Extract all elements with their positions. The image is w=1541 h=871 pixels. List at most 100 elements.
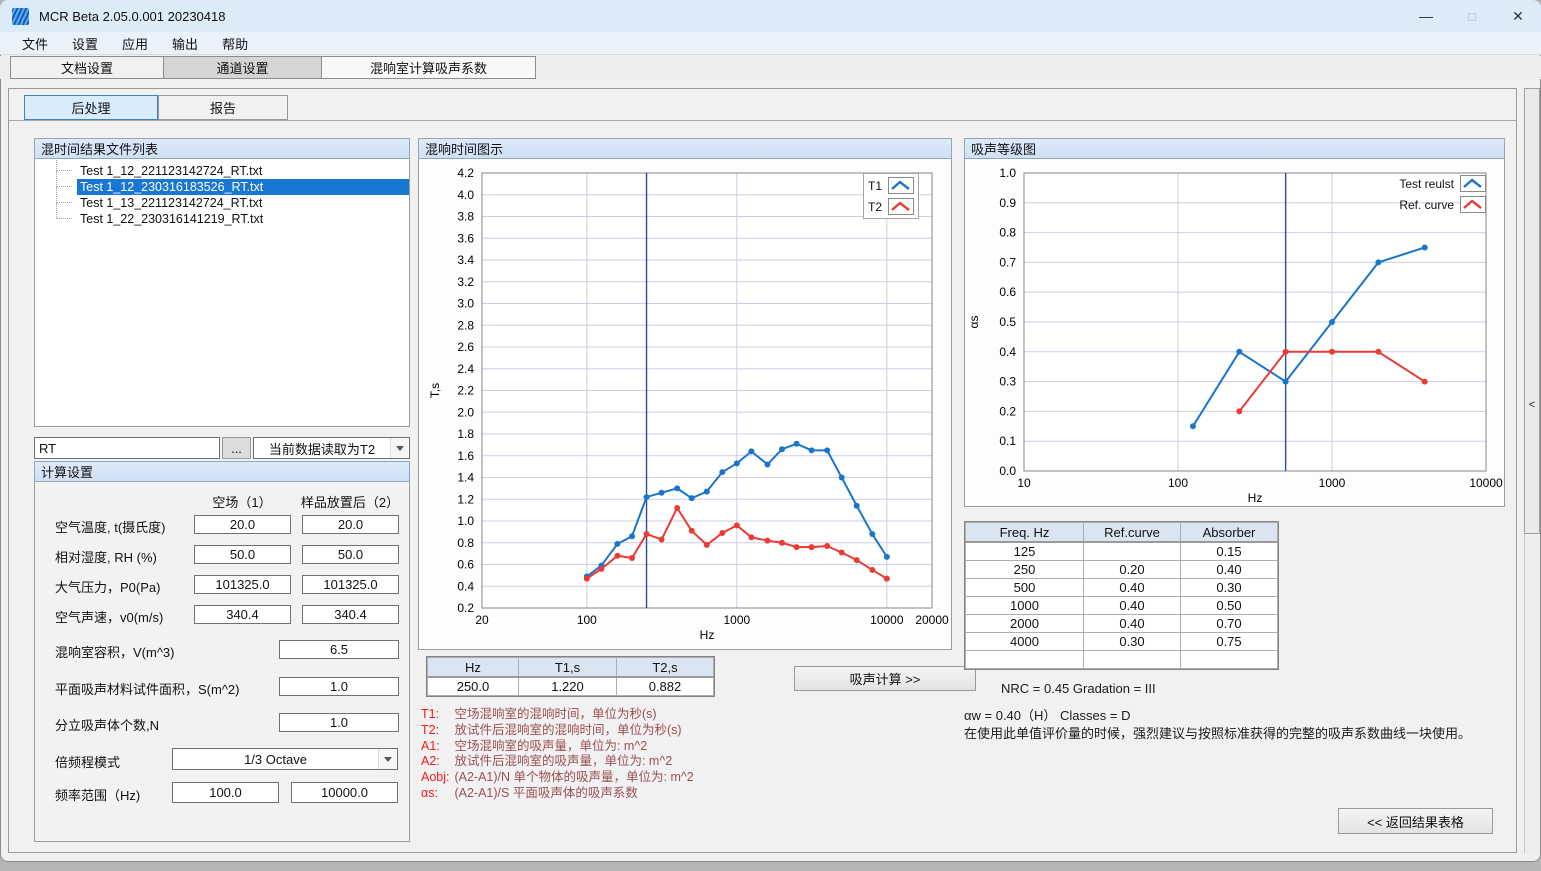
legend-item-ref-curve: Ref. curve	[1399, 196, 1486, 213]
grade-table-row: 125 0.15	[966, 542, 1278, 561]
nrc-result-text: NRC = 0.45 Gradation = III	[1001, 681, 1156, 696]
svg-text:2.4: 2.4	[457, 362, 474, 376]
calc-row-label: 混响室容积，V(m^3)	[55, 642, 175, 661]
note-text: 放试件后混响室的混响时间，单位为秒(s)	[451, 723, 682, 737]
calc-value-input[interactable]	[194, 605, 291, 624]
octave-mode-label: 倍频程模式	[55, 752, 120, 771]
freq-min-input[interactable]	[172, 782, 279, 803]
calc-row: 空气声速，v0(m/s)	[35, 605, 409, 625]
rt-chart-body: 0.20.40.60.81.01.21.41.61.82.02.22.42.62…	[418, 159, 952, 650]
grade-table: Freq. Hz Ref.curve Absorber 125 0.152500…	[964, 521, 1279, 670]
t2-curve-icon	[888, 198, 914, 215]
tab-channel-settings[interactable]: 通道设置	[163, 56, 322, 79]
collapse-arrow-icon[interactable]: <	[1529, 399, 1535, 411]
close-icon[interactable]: ✕	[1495, 0, 1541, 32]
svg-text:2.8: 2.8	[457, 318, 474, 332]
data-read-mode-select[interactable]: 当前数据读取为T2	[253, 437, 410, 459]
svg-text:0.1: 0.1	[999, 434, 1016, 448]
calc-value-input[interactable]	[302, 575, 399, 594]
file-name: Test 1_12_230316183526_RT.txt	[80, 180, 263, 194]
rt-table-cell-t2: 0.882	[617, 677, 714, 696]
file-name: Test 1_12_221123142724_RT.txt	[80, 164, 262, 178]
svg-text:Hz: Hz	[700, 628, 715, 642]
svg-text:1000: 1000	[723, 613, 750, 627]
legend-label-t2: T2	[868, 200, 882, 214]
grade-chart-legend: Test reulst Ref. curve	[1399, 175, 1486, 213]
legend-notes: T1: 空场混响室的混响时间，单位为秒(s)T2: 放试件后混响室的混响时间，单…	[421, 707, 694, 802]
svg-text:3.8: 3.8	[457, 210, 474, 224]
rt-table-row: 250.0 1.220 0.882	[428, 677, 714, 696]
grade-table-cell: 2000	[966, 615, 1084, 633]
menu-bar: 文件设置应用输出帮助	[0, 32, 1541, 55]
note-line: T1: 空场混响室的混响时间，单位为秒(s)	[421, 707, 694, 723]
column-header-with-sample: 样品放置后（2）	[270, 492, 430, 511]
calc-value-input[interactable]	[279, 677, 399, 696]
calc-row-label: 相对湿度, RH (%)	[55, 547, 157, 566]
collapse-panel-strip: <	[1524, 88, 1540, 534]
svg-text:1.8: 1.8	[457, 427, 474, 441]
menu-item-0[interactable]: 文件	[10, 34, 60, 53]
menu-item-3[interactable]: 输出	[160, 34, 210, 53]
svg-text:0.9: 0.9	[999, 196, 1016, 210]
rt-value-table: Hz T1,s T2,s 250.0 1.220 0.882	[426, 656, 715, 697]
calc-value-input[interactable]	[302, 605, 399, 624]
tab-postprocess[interactable]: 后处理	[24, 95, 158, 120]
legend-item-test-result: Test reulst	[1399, 175, 1486, 192]
svg-text:0.3: 0.3	[999, 375, 1016, 389]
svg-text:2.6: 2.6	[457, 340, 474, 354]
grade-table-cell: 0.40	[1084, 579, 1181, 597]
svg-text:100: 100	[577, 613, 597, 627]
svg-text:0.4: 0.4	[999, 345, 1016, 359]
legend-label-test-result: Test reulst	[1399, 177, 1454, 191]
chevron-down-icon	[378, 749, 397, 769]
svg-text:1.0: 1.0	[457, 514, 474, 528]
calc-row-label: 大气压力，P0(Pa)	[55, 577, 160, 596]
file-list-item[interactable]: Test 1_12_221123142724_RT.txt	[35, 163, 409, 179]
calc-row: 分立吸声体个数,N	[35, 713, 409, 733]
calc-value-input[interactable]	[279, 713, 399, 732]
note-line: αs: (A2-A1)/S 平面吸声体的吸声系数	[421, 786, 694, 802]
app-window: MCR Beta 2.05.0.001 20230418 — □ ✕ 文件设置应…	[0, 0, 1541, 862]
svg-text:1.2: 1.2	[457, 492, 474, 506]
grade-table-cell: 0.70	[1181, 615, 1278, 633]
minimize-icon[interactable]: —	[1403, 0, 1449, 32]
window-title: MCR Beta 2.05.0.001 20230418	[39, 9, 225, 24]
svg-text:αs: αs	[967, 316, 981, 329]
tab-reverb-absorption[interactable]: 混响室计算吸声系数	[321, 56, 536, 79]
svg-text:4.0: 4.0	[457, 188, 474, 202]
grade-table-row: 5000.400.30	[966, 579, 1278, 597]
octave-mode-select[interactable]: 1/3 Octave	[172, 748, 398, 770]
rt-name-input[interactable]	[34, 437, 220, 459]
file-list-item[interactable]: Test 1_22_230316141219_RT.txt	[35, 211, 409, 227]
note-key: T1:	[421, 707, 451, 723]
menu-item-2[interactable]: 应用	[110, 34, 160, 53]
absorption-calc-button[interactable]: 吸声计算 >>	[794, 666, 976, 691]
calc-value-input[interactable]	[302, 515, 399, 534]
browse-button[interactable]: ...	[222, 437, 251, 459]
calc-value-input[interactable]	[302, 545, 399, 564]
note-key: T2:	[421, 723, 451, 739]
svg-text:3.0: 3.0	[457, 297, 474, 311]
menu-item-4[interactable]: 帮助	[210, 34, 260, 53]
menu-item-1[interactable]: 设置	[60, 34, 110, 53]
tab-document-settings[interactable]: 文档设置	[10, 56, 164, 79]
legend-item-t2: T2	[868, 198, 914, 215]
grade-table-cell: 125	[966, 542, 1084, 561]
grade-table-row: 10000.400.50	[966, 597, 1278, 615]
file-list-item[interactable]: Test 1_12_230316183526_RT.txt	[35, 179, 409, 195]
svg-text:0.5: 0.5	[999, 315, 1016, 329]
grade-table-cell: 0.40	[1084, 615, 1181, 633]
grade-table-row: 40000.300.75	[966, 633, 1278, 651]
svg-text:1.0: 1.0	[999, 166, 1016, 180]
collapse-panel-strip-lower	[1524, 534, 1540, 853]
freq-max-input[interactable]	[291, 782, 398, 803]
tab-report[interactable]: 报告	[158, 95, 288, 120]
calc-value-input[interactable]	[194, 515, 291, 534]
calc-value-input[interactable]	[279, 640, 399, 659]
file-list-item[interactable]: Test 1_13_221123142724_RT.txt	[35, 195, 409, 211]
return-results-button[interactable]: << 返回结果表格	[1338, 808, 1493, 834]
maximize-icon[interactable]: □	[1449, 0, 1495, 32]
aw-result-text: αw = 0.40（H） Classes = D	[964, 705, 1130, 724]
calc-value-input[interactable]	[194, 575, 291, 594]
calc-value-input[interactable]	[194, 545, 291, 564]
